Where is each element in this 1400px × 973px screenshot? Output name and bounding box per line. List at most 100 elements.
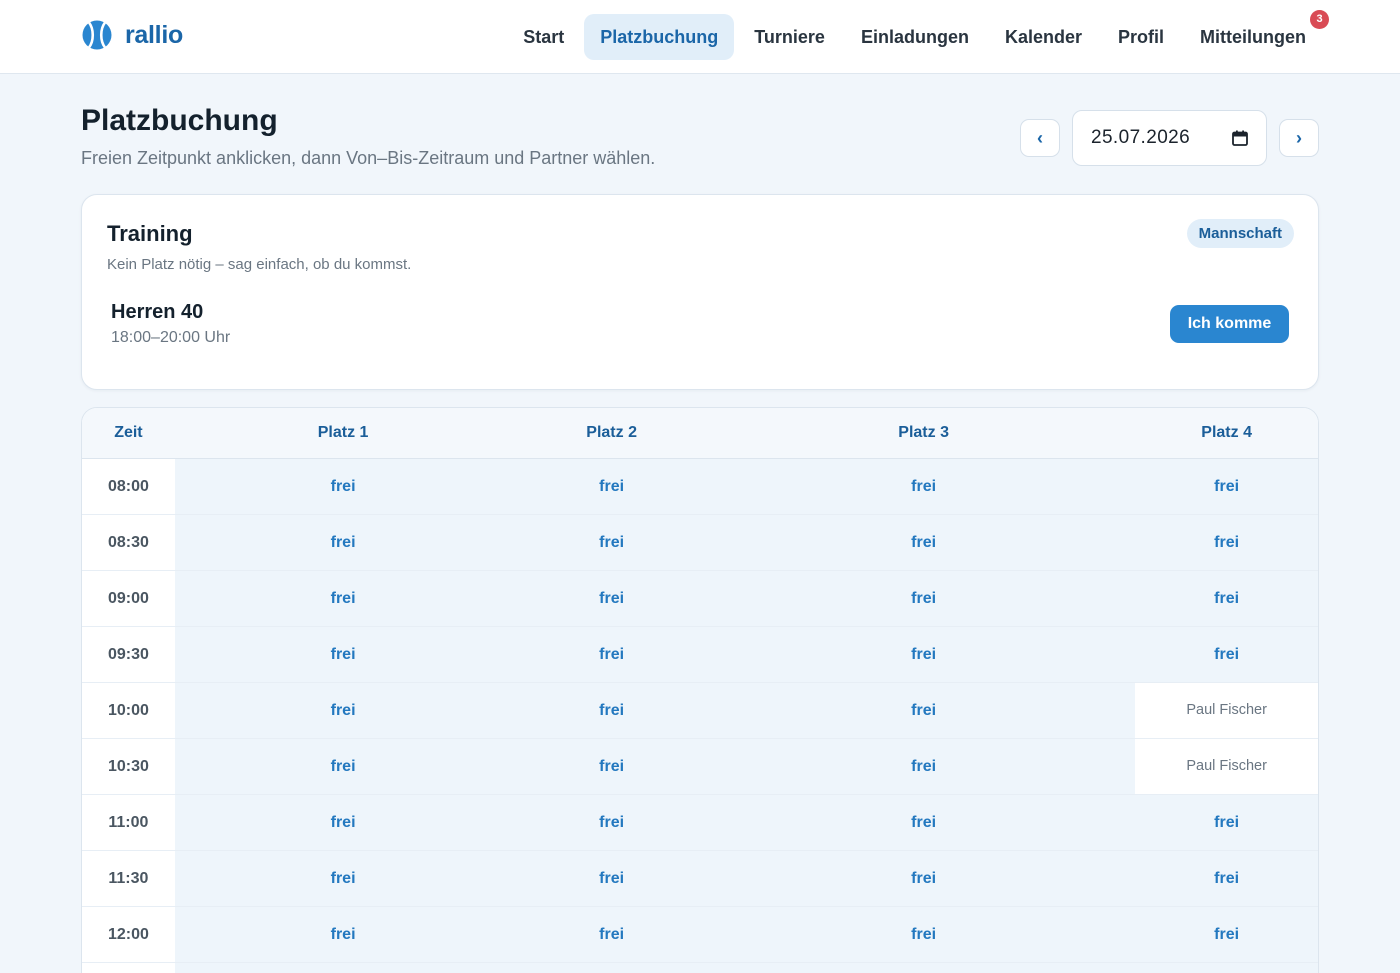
slot-court-2[interactable]: frei [511, 683, 712, 738]
table-row: 08:00 frei frei frei frei [82, 459, 1318, 515]
nav-profil-label: Profil [1117, 27, 1164, 47]
time-slot-label: 10:30 [82, 739, 175, 794]
slot-court-4[interactable]: frei [1135, 907, 1318, 962]
brand-logo[interactable]: rallio [82, 20, 183, 50]
table-row: 08:30 frei frei frei frei [82, 515, 1318, 571]
slot-court-2[interactable]: frei [511, 907, 712, 962]
tennis-ball-icon [82, 20, 112, 50]
time-slot-label: 11:00 [82, 795, 175, 850]
slot-court-4[interactable]: frei [1135, 571, 1318, 626]
nav-turniere-label: Turniere [754, 27, 825, 47]
column-header-court-2: Platz 2 [586, 424, 637, 441]
brand-name: rallio [125, 20, 183, 49]
nav-start[interactable]: Start [507, 14, 580, 60]
time-slot-label: 12:00 [82, 907, 175, 962]
chevron-left-icon: ‹ [1037, 127, 1043, 148]
training-team-name: Herren 40 [111, 301, 204, 323]
court-schedule-table: Zeit Platz 1 Platz 2 Platz 3 Platz 4 08:… [81, 407, 1319, 973]
training-title: Training [107, 221, 193, 246]
slot-court-3[interactable]: frei [711, 851, 1136, 906]
slot-court-3[interactable]: frei [711, 627, 1136, 682]
column-header-court-3: Platz 3 [898, 424, 949, 441]
slot-court-4[interactable]: frei [1135, 459, 1318, 514]
nav-mitteilungen[interactable]: Mitteilungen 3 [1184, 10, 1329, 60]
table-row: 11:30 frei frei frei frei [82, 851, 1318, 907]
nav-platzbuchung[interactable]: Platzbuchung [584, 14, 735, 60]
slot-court-2[interactable]: frei [511, 571, 712, 626]
slot-court-1[interactable]: frei [174, 683, 512, 738]
slot-court-3[interactable]: frei [711, 683, 1136, 738]
slot-court-1[interactable]: frei [174, 571, 512, 626]
slot-court-2[interactable]: frei [511, 851, 712, 906]
slot-court-2[interactable]: frei [511, 627, 712, 682]
date-value: 25.07.2026 [1091, 127, 1191, 148]
table-row: 11:00 frei frei frei frei [82, 795, 1318, 851]
page-title: Platzbuchung [81, 104, 278, 137]
page-subtitle: Freien Zeitpunkt anklicken, dann Von–Bis… [81, 148, 656, 168]
slot-court-4[interactable] [1135, 963, 1318, 973]
time-slot-label: 11:30 [82, 851, 175, 906]
slot-court-1[interactable]: frei [174, 907, 512, 962]
date-picker-input[interactable]: 25.07.2026 [1072, 110, 1267, 166]
nav-start-label: Start [523, 27, 565, 47]
nav-einladungen[interactable]: Einladungen [845, 14, 985, 60]
slot-court-1[interactable] [174, 963, 512, 973]
time-slot-label [82, 963, 175, 973]
nav-kalender-label: Kalender [1004, 27, 1082, 47]
table-header: Zeit Platz 1 Platz 2 Platz 3 Platz 4 [82, 408, 1318, 459]
training-time: 18:00–20:00 Uhr [111, 329, 231, 346]
column-header-time: Zeit [114, 424, 143, 441]
nav-turniere[interactable]: Turniere [738, 14, 841, 60]
time-slot-label: 09:00 [82, 571, 175, 626]
time-slot-label: 09:30 [82, 627, 175, 682]
table-row: 10:00 frei frei frei Paul Fischer [82, 683, 1318, 739]
nav-kalender[interactable]: Kalender [989, 14, 1098, 60]
previous-day-button[interactable]: ‹ [1020, 119, 1060, 157]
calendar-icon[interactable] [1232, 130, 1248, 146]
slot-court-2[interactable] [511, 963, 712, 973]
team-badge: Mannschaft [1186, 219, 1294, 248]
notification-count-badge: 3 [1310, 10, 1329, 29]
time-slot-label: 08:30 [82, 515, 175, 570]
slot-court-1[interactable]: frei [174, 851, 512, 906]
slot-court-4[interactable]: frei [1135, 795, 1318, 850]
slot-court-4[interactable]: frei [1135, 851, 1318, 906]
nav-platzbuchung-label: Platzbuchung [600, 27, 719, 47]
table-row: 09:30 frei frei frei frei [82, 627, 1318, 683]
slot-court-4[interactable]: frei [1135, 515, 1318, 570]
slot-court-1[interactable]: frei [174, 795, 512, 850]
slot-court-3[interactable] [711, 963, 1136, 973]
slot-court-3[interactable]: frei [711, 515, 1136, 570]
slot-court-2[interactable]: frei [511, 515, 712, 570]
nav-mitteilungen-label: Mitteilungen [1200, 27, 1306, 47]
slot-court-2[interactable]: frei [511, 459, 712, 514]
table-row: 12:00 frei frei frei frei [82, 907, 1318, 963]
time-slot-label: 10:00 [82, 683, 175, 738]
slot-court-3[interactable]: frei [711, 459, 1136, 514]
slot-court-1[interactable]: frei [174, 627, 512, 682]
next-day-button[interactable]: › [1279, 119, 1319, 157]
slot-court-3[interactable]: frei [711, 907, 1136, 962]
top-navigation-bar: rallio Start Platzbuchung Turniere Einla… [0, 0, 1400, 74]
column-header-court-1: Platz 1 [317, 424, 369, 441]
main-nav: Start Platzbuchung Turniere Einladungen … [503, 10, 1329, 60]
slot-court-2[interactable]: frei [511, 795, 712, 850]
slot-court-3[interactable]: frei [711, 795, 1136, 850]
nav-einladungen-label: Einladungen [860, 27, 969, 47]
booked-slot-court-4: Paul Fischer [1135, 739, 1318, 794]
nav-profil[interactable]: Profil [1102, 14, 1180, 60]
slot-court-4[interactable]: frei [1135, 627, 1318, 682]
slot-court-2[interactable]: frei [511, 739, 712, 794]
column-header-court-4: Platz 4 [1201, 424, 1252, 441]
training-subtitle: Kein Platz nötig – sag einfach, ob du ko… [107, 256, 412, 273]
table-row-partial [82, 963, 1318, 973]
chevron-right-icon: › [1296, 127, 1302, 148]
time-slot-label: 08:00 [82, 459, 175, 514]
table-row: 10:30 frei frei frei Paul Fischer [82, 739, 1318, 795]
slot-court-3[interactable]: frei [711, 571, 1136, 626]
slot-court-3[interactable]: frei [711, 739, 1136, 794]
slot-court-1[interactable]: frei [174, 739, 512, 794]
attend-training-button[interactable]: Ich komme [1170, 305, 1289, 343]
slot-court-1[interactable]: frei [174, 515, 512, 570]
slot-court-1[interactable]: frei [174, 459, 512, 514]
